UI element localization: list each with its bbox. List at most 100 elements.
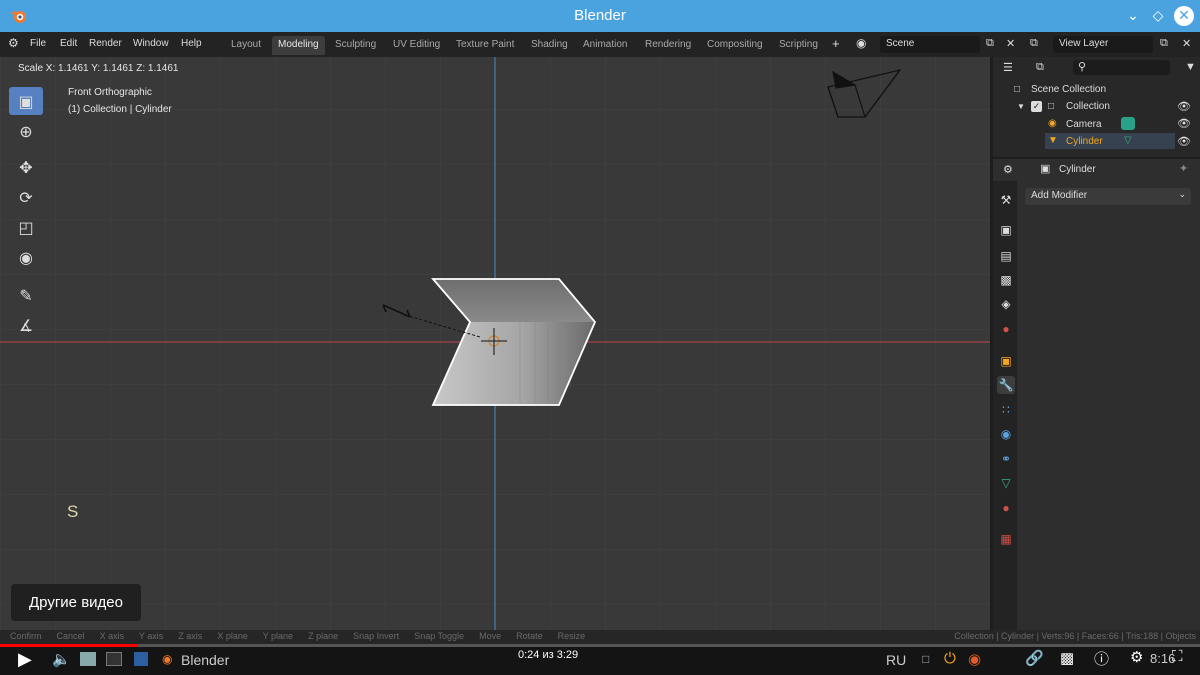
outliner-panel[interactable]: ☰ ⧉ ⚲ ▼ □ Scene Collection ▼ ✓ □ Collect… [993, 57, 1200, 157]
render-icon[interactable]: ▣ [997, 221, 1015, 239]
menu-file[interactable]: File [30, 38, 46, 49]
pin-icon[interactable]: ✦ [1179, 162, 1188, 175]
tab-scripting[interactable]: Scripting [773, 36, 824, 55]
more-videos-button[interactable]: Другие видео [11, 584, 141, 621]
link-icon[interactable]: 🔗 [1025, 649, 1044, 667]
rotate-icon[interactable]: ⟳ [9, 183, 43, 211]
scene-icon[interactable]: ◈ [997, 295, 1015, 313]
menu-render[interactable]: Render [89, 38, 122, 49]
help-icon[interactable]: ⓘ [1094, 648, 1109, 669]
settings-gear-icon[interactable]: ⚙ [1130, 648, 1143, 666]
view-layer-icon[interactable]: ▩ [997, 271, 1015, 289]
outliner-camera[interactable]: Camera [1066, 119, 1102, 130]
outliner-active-row [1045, 133, 1175, 149]
display-mode-icon[interactable]: ☰ [1003, 61, 1013, 74]
scene-browse-icon[interactable]: ◉ [856, 36, 866, 50]
hint-confirm: Confirm [10, 631, 42, 641]
add-modifier-dropdown[interactable]: Add Modifier ⌄ [1025, 188, 1191, 205]
texture-icon[interactable]: ▦ [997, 530, 1015, 548]
filter-icon[interactable]: ⧉ [1036, 61, 1044, 74]
outliner-search-input[interactable]: ⚲ [1073, 60, 1170, 75]
properties-panel[interactable]: ⚙ ▣ Cylinder ✦ ⚒ ▣ ▤ ▩ ◈ ● ▣ 🔧 ∷ ◉ ⚭ ▽ ●… [993, 159, 1200, 630]
close-icon[interactable]: ✕ [1174, 6, 1194, 26]
new-scene-icon[interactable]: ⧉ [986, 37, 994, 50]
world-icon[interactable]: ● [997, 320, 1015, 338]
chevron-down-icon: ⌄ [1178, 189, 1186, 199]
expand-arrow-icon[interactable]: ▼ [1017, 102, 1025, 111]
transform-icon[interactable]: ◉ [9, 243, 43, 271]
tray-window-icon: □ [922, 652, 930, 666]
taskbar-blender-icon: ◉ [162, 652, 173, 666]
checkbox-icon[interactable]: ✓ [1031, 101, 1042, 112]
hint-cancel: Cancel [56, 631, 85, 641]
progress-bar[interactable] [0, 644, 1200, 647]
tab-rendering[interactable]: Rendering [639, 36, 697, 55]
mesh-data-icon: ▽ [1124, 135, 1132, 146]
collection-icon: □ [1048, 101, 1055, 112]
tab-layout[interactable]: Layout [225, 36, 267, 55]
hint-z-plane: Z plane [308, 631, 339, 641]
select-box-icon[interactable]: ▣ [9, 87, 43, 115]
measure-icon[interactable]: ∡ [9, 311, 43, 339]
annotate-icon[interactable]: ✎ [9, 281, 43, 309]
collection-label: (1) Collection | Cylinder [68, 104, 172, 115]
add-workspace-button[interactable]: + [832, 36, 840, 51]
menu-help[interactable]: Help [181, 38, 202, 49]
taskbar-blender-label[interactable]: Blender [181, 652, 229, 668]
view-name: Front Orthographic [68, 87, 152, 98]
play-icon[interactable]: ▶ [18, 649, 32, 670]
tab-uv-editing[interactable]: UV Editing [387, 36, 446, 55]
output-icon[interactable]: ▤ [997, 247, 1015, 265]
hint-move: Move [479, 631, 502, 641]
diamond-icon[interactable]: ◇ [1148, 6, 1168, 26]
properties-tabs: ⚒ ▣ ▤ ▩ ◈ ● ▣ 🔧 ∷ ◉ ⚭ ▽ ● ▦ [993, 181, 1017, 630]
new-view-layer-icon[interactable]: ⧉ [1160, 37, 1168, 50]
tab-compositing[interactable]: Compositing [701, 36, 769, 55]
delete-scene-icon[interactable]: ✕ [1006, 37, 1015, 50]
funnel-icon[interactable]: ▼ [1185, 61, 1196, 73]
outliner-scene-collection[interactable]: Scene Collection [1031, 84, 1106, 95]
move-icon[interactable]: ✥ [9, 153, 43, 181]
outliner-cylinder[interactable]: Cylinder [1066, 136, 1103, 147]
view-layer-field[interactable]: View Layer [1053, 36, 1153, 53]
material-icon[interactable]: ● [997, 499, 1015, 517]
data-icon[interactable]: ▽ [997, 474, 1015, 492]
tab-texture-paint[interactable]: Texture Paint [450, 36, 520, 55]
object-icon[interactable]: ▣ [997, 352, 1015, 370]
modifier-icon[interactable]: 🔧 [997, 376, 1015, 394]
tool-icon[interactable]: ⚒ [997, 191, 1015, 209]
eye-icon[interactable]: 👁 [1177, 117, 1191, 130]
tab-modeling[interactable]: Modeling [272, 36, 325, 55]
eye-icon[interactable]: 👁 [1177, 135, 1191, 148]
hint-snap-toggle: Snap Toggle [414, 631, 465, 641]
tab-shading[interactable]: Shading [525, 36, 574, 55]
editor-type-icon[interactable]: ⚙ [1003, 163, 1013, 176]
blender-menu-icon[interactable]: ⚙ [8, 36, 19, 50]
search-icon: ⚲ [1078, 61, 1087, 73]
tab-sculpting[interactable]: Sculpting [329, 36, 382, 55]
view-layer-browse-icon[interactable]: ⧉ [1030, 37, 1038, 50]
scale-icon[interactable]: ◰ [9, 213, 43, 241]
tray-power-icon: ⏻ [944, 650, 956, 667]
status-hints: Confirm Cancel X axis Y axis Z axis X pl… [10, 631, 585, 641]
constraints-icon[interactable]: ⚭ [997, 450, 1015, 468]
3d-viewport[interactable]: Scale X: 1.1461 Y: 1.1461 Z: 1.1461 Fron… [0, 57, 990, 630]
eye-icon[interactable]: 👁 [1177, 100, 1191, 113]
physics-icon[interactable]: ◉ [997, 425, 1015, 443]
chevron-down-icon[interactable]: ⌄ [1123, 6, 1143, 26]
subtitles-icon[interactable]: ▩ [1060, 649, 1074, 667]
menu-edit[interactable]: Edit [60, 38, 77, 49]
window-title-bar: Blender ⌄ ◇ ✕ [0, 0, 1200, 32]
outliner-collection[interactable]: Collection [1066, 101, 1110, 112]
delete-view-layer-icon[interactable]: ✕ [1182, 37, 1191, 50]
scene-field[interactable]: Scene [880, 36, 980, 53]
menu-window[interactable]: Window [133, 38, 169, 49]
scene-collection-icon: □ [1014, 84, 1021, 95]
tab-animation[interactable]: Animation [577, 36, 633, 55]
taskbar-files-icon [80, 652, 96, 666]
top-header: ⚙ File Edit Render Window Help Layout Mo… [0, 32, 1200, 57]
cursor-icon[interactable]: ⊕ [9, 117, 43, 145]
fullscreen-icon[interactable]: ⛶ [1172, 648, 1183, 665]
particles-icon[interactable]: ∷ [997, 401, 1015, 419]
volume-icon[interactable]: 🔈 [52, 650, 71, 668]
